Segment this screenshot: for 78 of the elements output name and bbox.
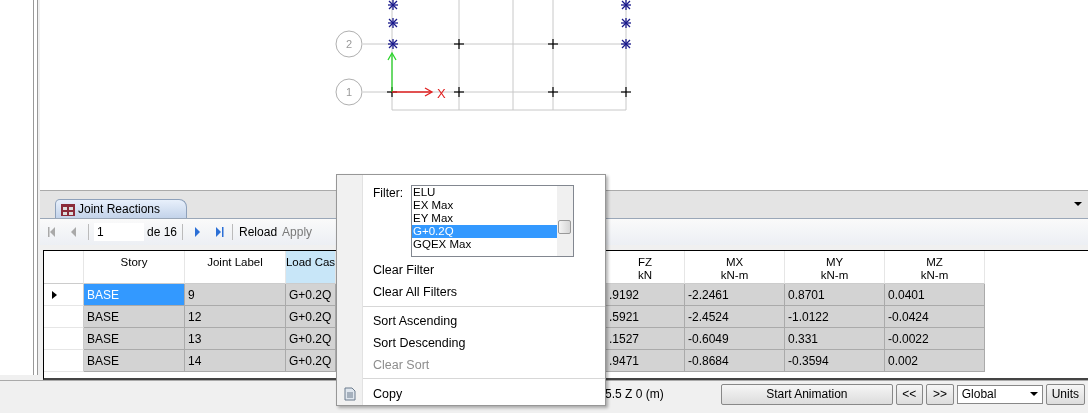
joint-icon	[547, 38, 559, 50]
menu-item[interactable]: Clear All Filters	[373, 281, 605, 303]
document-icon	[343, 387, 356, 401]
table-cell: -0.3594	[785, 350, 885, 372]
filter-option[interactable]: GQEX Max	[412, 238, 557, 251]
table-cell: -0.6049	[685, 328, 785, 350]
current-row-icon	[52, 290, 57, 299]
column-header[interactable]: MX kN-m	[685, 251, 785, 284]
column-header[interactable]: MY kN-m	[785, 251, 885, 284]
column-header[interactable]: Joint Label	[185, 251, 286, 284]
menu-item[interactable]: Clear Filter	[373, 259, 605, 282]
joint-restraint-icon	[387, 0, 399, 11]
coordinate-system-select[interactable]: Global	[956, 384, 1043, 404]
table-cell: 0.0401	[885, 284, 985, 306]
joint-restraint-icon	[620, 17, 632, 29]
table-cell: BASE	[84, 328, 185, 350]
table-cell: -0.8684	[685, 350, 785, 372]
table-cell: G+0.2Q	[286, 284, 336, 306]
table-cell: 0.8701	[785, 284, 885, 306]
units-button[interactable]: Units	[1045, 383, 1085, 405]
table-cell: -0.0424	[885, 306, 985, 328]
column-header[interactable]: FZ kN	[606, 251, 685, 284]
grid-bubble: 1	[335, 78, 363, 106]
table-cell: G+0.2Q	[286, 328, 336, 350]
filter-option[interactable]: EX Max	[412, 199, 557, 212]
joint-icon	[453, 38, 465, 50]
page-count: de 16	[147, 225, 178, 239]
y-axis-arrow	[387, 51, 397, 93]
scrollbar[interactable]	[557, 186, 573, 256]
table-cell: 0.331	[785, 328, 885, 350]
column-header[interactable]: Load Cas	[286, 251, 336, 284]
filter-label: Filter:	[373, 185, 403, 202]
axis-label: X	[437, 86, 446, 101]
column-header[interactable]: MZ kN-m	[885, 251, 985, 284]
table-cell: .5921	[606, 306, 685, 328]
table-cell: 0.002	[885, 350, 985, 372]
menu-item[interactable]: Sort Descending	[373, 332, 605, 354]
table-cell: .9471	[606, 350, 685, 372]
table-cell: BASE	[84, 284, 185, 306]
table-cell: -2.2461	[685, 284, 785, 306]
table-cell: 12	[185, 306, 286, 328]
table-cell: 9	[185, 284, 286, 306]
table-cell: .9192	[606, 284, 685, 306]
table-cell: 14	[185, 350, 286, 372]
page-number-field[interactable]: 1	[94, 223, 144, 241]
table-icon	[61, 202, 75, 216]
table-cell: -0.0022	[885, 328, 985, 350]
panel-tab[interactable]: Joint Reactions	[55, 199, 188, 218]
filter-option[interactable]: ELU	[412, 186, 557, 199]
cursor-coordinates: 5.5 Z 0 (m)	[605, 387, 665, 401]
grid-bubble: 2	[335, 30, 363, 58]
row-header[interactable]	[44, 284, 84, 306]
table-cell: BASE	[84, 350, 185, 372]
joint-restraint-icon	[620, 38, 632, 50]
joint-restraint-icon	[620, 0, 632, 11]
joint-icon	[547, 86, 559, 98]
menu-item[interactable]: Sort Ascending	[373, 310, 605, 333]
x-axis-arrow	[391, 87, 434, 97]
table-cell: G+0.2Q	[286, 306, 336, 328]
table-cell: -1.0122	[785, 306, 885, 328]
filter-option[interactable]: EY Max	[412, 212, 557, 225]
table-cell: 13	[185, 328, 286, 350]
menu-item[interactable]: Copy	[373, 383, 605, 405]
table-cell: BASE	[84, 306, 185, 328]
step-button[interactable]: >>	[926, 383, 954, 405]
table-cell: -2.4524	[685, 306, 785, 328]
joint-restraint-icon	[387, 38, 399, 50]
joint-icon	[620, 86, 632, 98]
filter-listbox[interactable]: ELU EX Max EY Max G+0.2Q GQEX Max	[411, 185, 574, 257]
joint-icon	[453, 86, 465, 98]
step-button[interactable]: <<	[895, 383, 924, 405]
start-animation-button[interactable]: Start Animation	[721, 383, 893, 405]
table-cell: .1527	[606, 328, 685, 350]
dropdown-arrow-icon[interactable]	[1074, 202, 1082, 206]
column-header[interactable]: Story	[84, 251, 185, 284]
toolbar-button[interactable]: Reload	[238, 225, 279, 239]
table-cell: G+0.2Q	[286, 350, 336, 372]
joint-restraint-icon	[387, 17, 399, 29]
